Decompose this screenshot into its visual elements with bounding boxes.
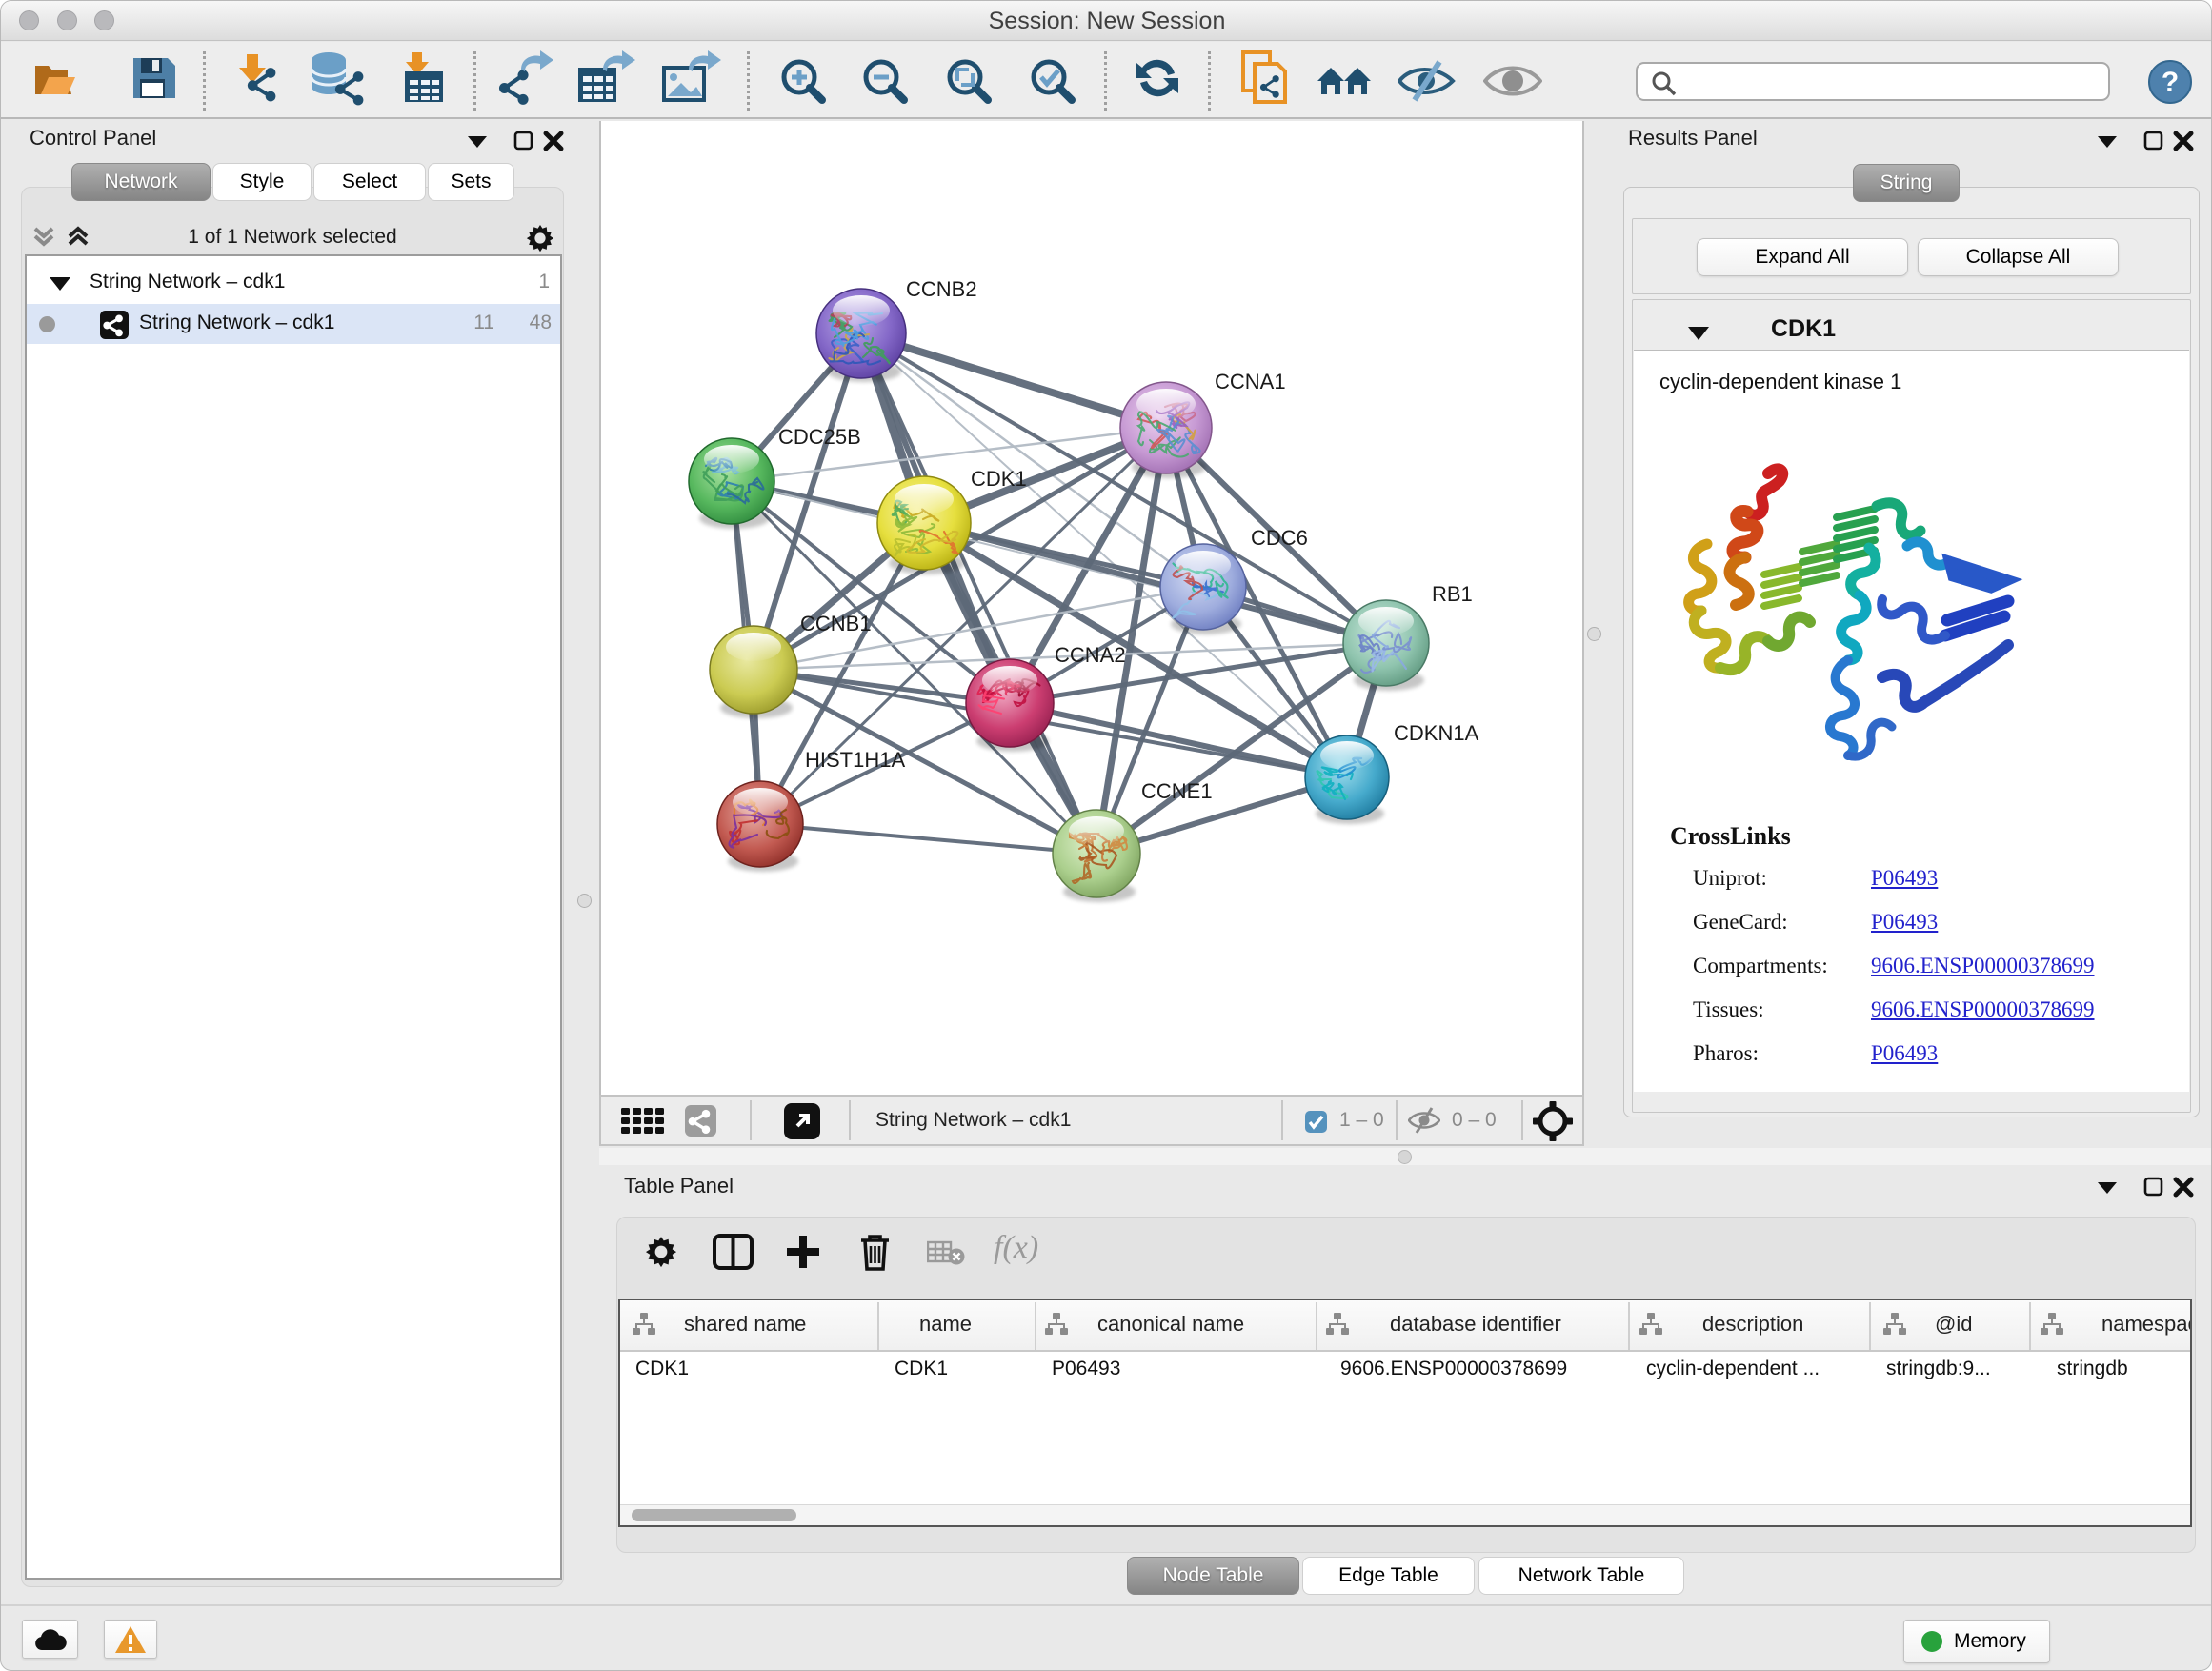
svg-text:CDK1: CDK1 — [971, 467, 1027, 491]
svg-text:CDKN1A: CDKN1A — [1394, 721, 1479, 745]
svg-text:CCNB2: CCNB2 — [906, 277, 977, 301]
svg-text:CCNE1: CCNE1 — [1141, 779, 1213, 803]
svg-text:CCNA2: CCNA2 — [1055, 643, 1126, 667]
svg-text:?: ? — [2162, 67, 2179, 98]
svg-text:CDC6: CDC6 — [1251, 526, 1308, 550]
svg-text:RB1: RB1 — [1432, 582, 1473, 606]
svg-text:CCNB1: CCNB1 — [800, 612, 872, 635]
svg-text:CDC25B: CDC25B — [778, 425, 861, 449]
svg-text:CCNA1: CCNA1 — [1215, 370, 1286, 393]
svg-text:HIST1H1A: HIST1H1A — [805, 748, 905, 772]
